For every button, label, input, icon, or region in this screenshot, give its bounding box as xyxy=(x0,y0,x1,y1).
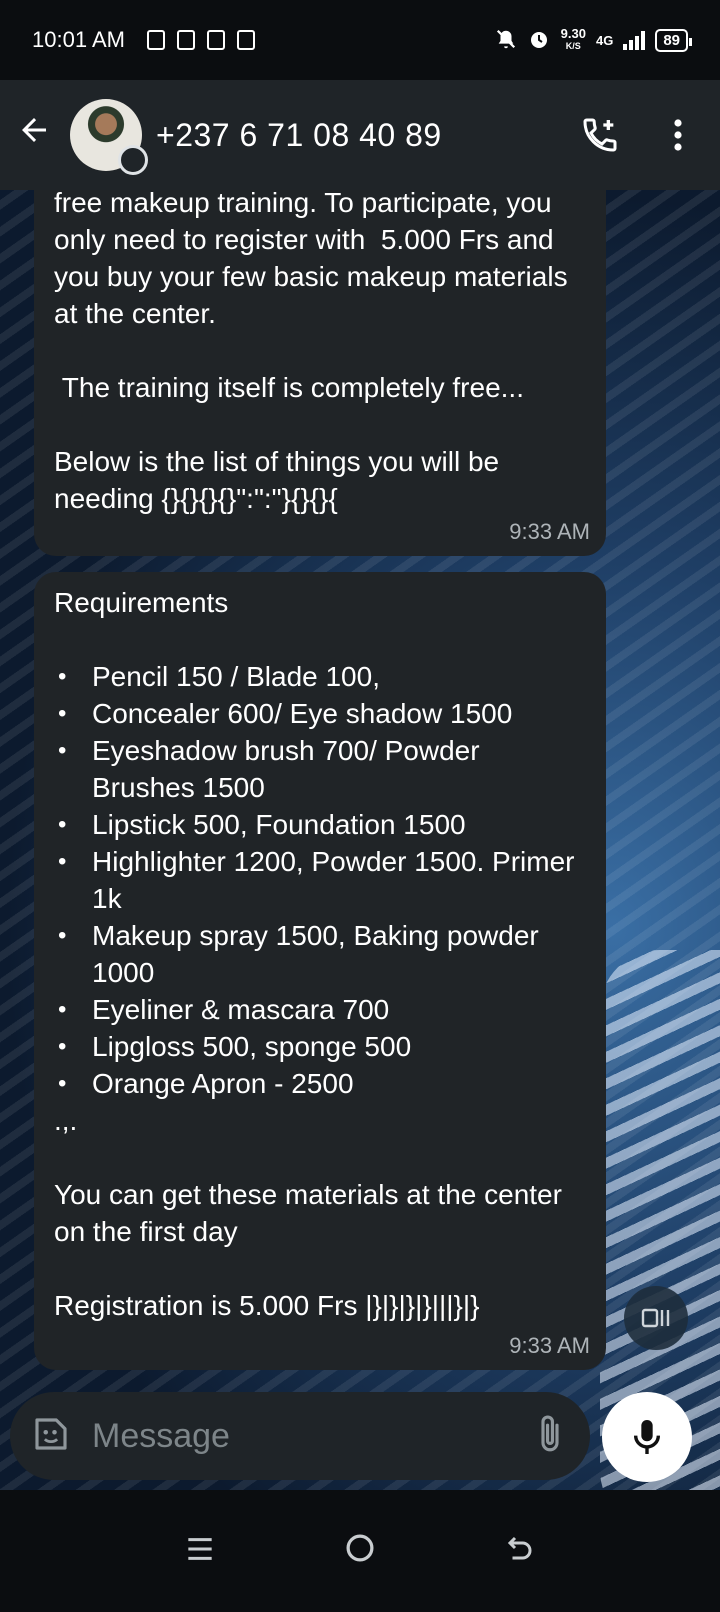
list-item: Orange Apron - 2500 xyxy=(54,1065,586,1102)
status-ring-icon xyxy=(118,145,148,175)
download-notification-icon xyxy=(236,30,255,50)
message-input[interactable] xyxy=(92,1416,535,1456)
back-icon[interactable] xyxy=(490,1530,550,1573)
sticker-icon[interactable] xyxy=(30,1413,72,1460)
p-notification-icon xyxy=(176,30,195,50)
home-icon[interactable] xyxy=(330,1530,390,1573)
net-speed-value: 9.30 xyxy=(560,26,586,41)
status-bar: 10:01 AM 9.30 K/S 4G 89 xyxy=(0,0,720,80)
mic-icon xyxy=(633,1420,661,1454)
chat-messages: free makeup training. To participate, yo… xyxy=(0,190,720,1420)
message-paragraph: Registration is 5.000 Frs |}|}|}|}|||}|} xyxy=(54,1290,480,1321)
list-item: Makeup spray 1500, Baking powder 1000 xyxy=(54,917,586,991)
back-arrow-icon[interactable] xyxy=(16,112,56,158)
system-nav-bar xyxy=(0,1490,720,1612)
mic-button[interactable] xyxy=(602,1392,692,1482)
chat-header: +237 6 71 08 40 89 xyxy=(0,80,720,190)
message-title: Requirements xyxy=(54,587,229,618)
list-item: Eyeliner & mascara 700 xyxy=(54,991,586,1028)
list-item: Eyeshadow brush 700/ Powder Brushes 1500 xyxy=(54,732,586,806)
facebook-notification-icon xyxy=(146,30,165,50)
net-speed-unit: K/S xyxy=(565,41,581,51)
add-call-icon[interactable] xyxy=(580,115,620,155)
message-paragraph: You can get these materials at the cente… xyxy=(54,1179,562,1247)
scroll-toggle-button[interactable] xyxy=(624,1286,688,1350)
recent-apps-icon[interactable] xyxy=(170,1530,230,1573)
message-composer xyxy=(10,1392,650,1480)
tiktok-notification-icon xyxy=(206,30,225,50)
list-item: Concealer 600/ Eye shadow 1500 xyxy=(54,695,586,732)
contact-name[interactable]: +237 6 71 08 40 89 xyxy=(156,117,442,154)
message-bubble[interactable]: free makeup training. To participate, yo… xyxy=(34,190,606,556)
message-time: 9:33 AM xyxy=(509,1333,590,1358)
message-text: free makeup training. To participate, yo… xyxy=(54,190,568,514)
status-time: 10:01 AM xyxy=(32,27,125,52)
requirements-list: Pencil 150 / Blade 100, Concealer 600/ E… xyxy=(54,658,586,1102)
signal-icon xyxy=(623,30,646,50)
message-bubble[interactable]: Requirements Pencil 150 / Blade 100, Con… xyxy=(34,572,606,1370)
message-separator-text: .,. xyxy=(54,1105,78,1136)
attach-icon[interactable] xyxy=(535,1413,565,1460)
mute-icon xyxy=(495,28,517,53)
battery-indicator: 89 xyxy=(655,28,692,52)
list-item: Highlighter 1200, Powder 1500. Primer 1k xyxy=(54,843,586,917)
list-item: Lipstick 500, Foundation 1500 xyxy=(54,806,586,843)
more-vert-icon[interactable] xyxy=(672,117,684,153)
alarm-icon xyxy=(527,27,551,54)
list-item: Lipgloss 500, sponge 500 xyxy=(54,1028,586,1065)
network-type: 4G xyxy=(595,32,614,48)
net-speed: 9.30 K/S xyxy=(560,26,586,52)
avatar[interactable] xyxy=(70,99,148,175)
list-item: Pencil 150 / Blade 100, xyxy=(54,658,586,695)
message-time: 9:33 AM xyxy=(509,519,590,544)
view-toggle-icon xyxy=(641,1308,670,1328)
